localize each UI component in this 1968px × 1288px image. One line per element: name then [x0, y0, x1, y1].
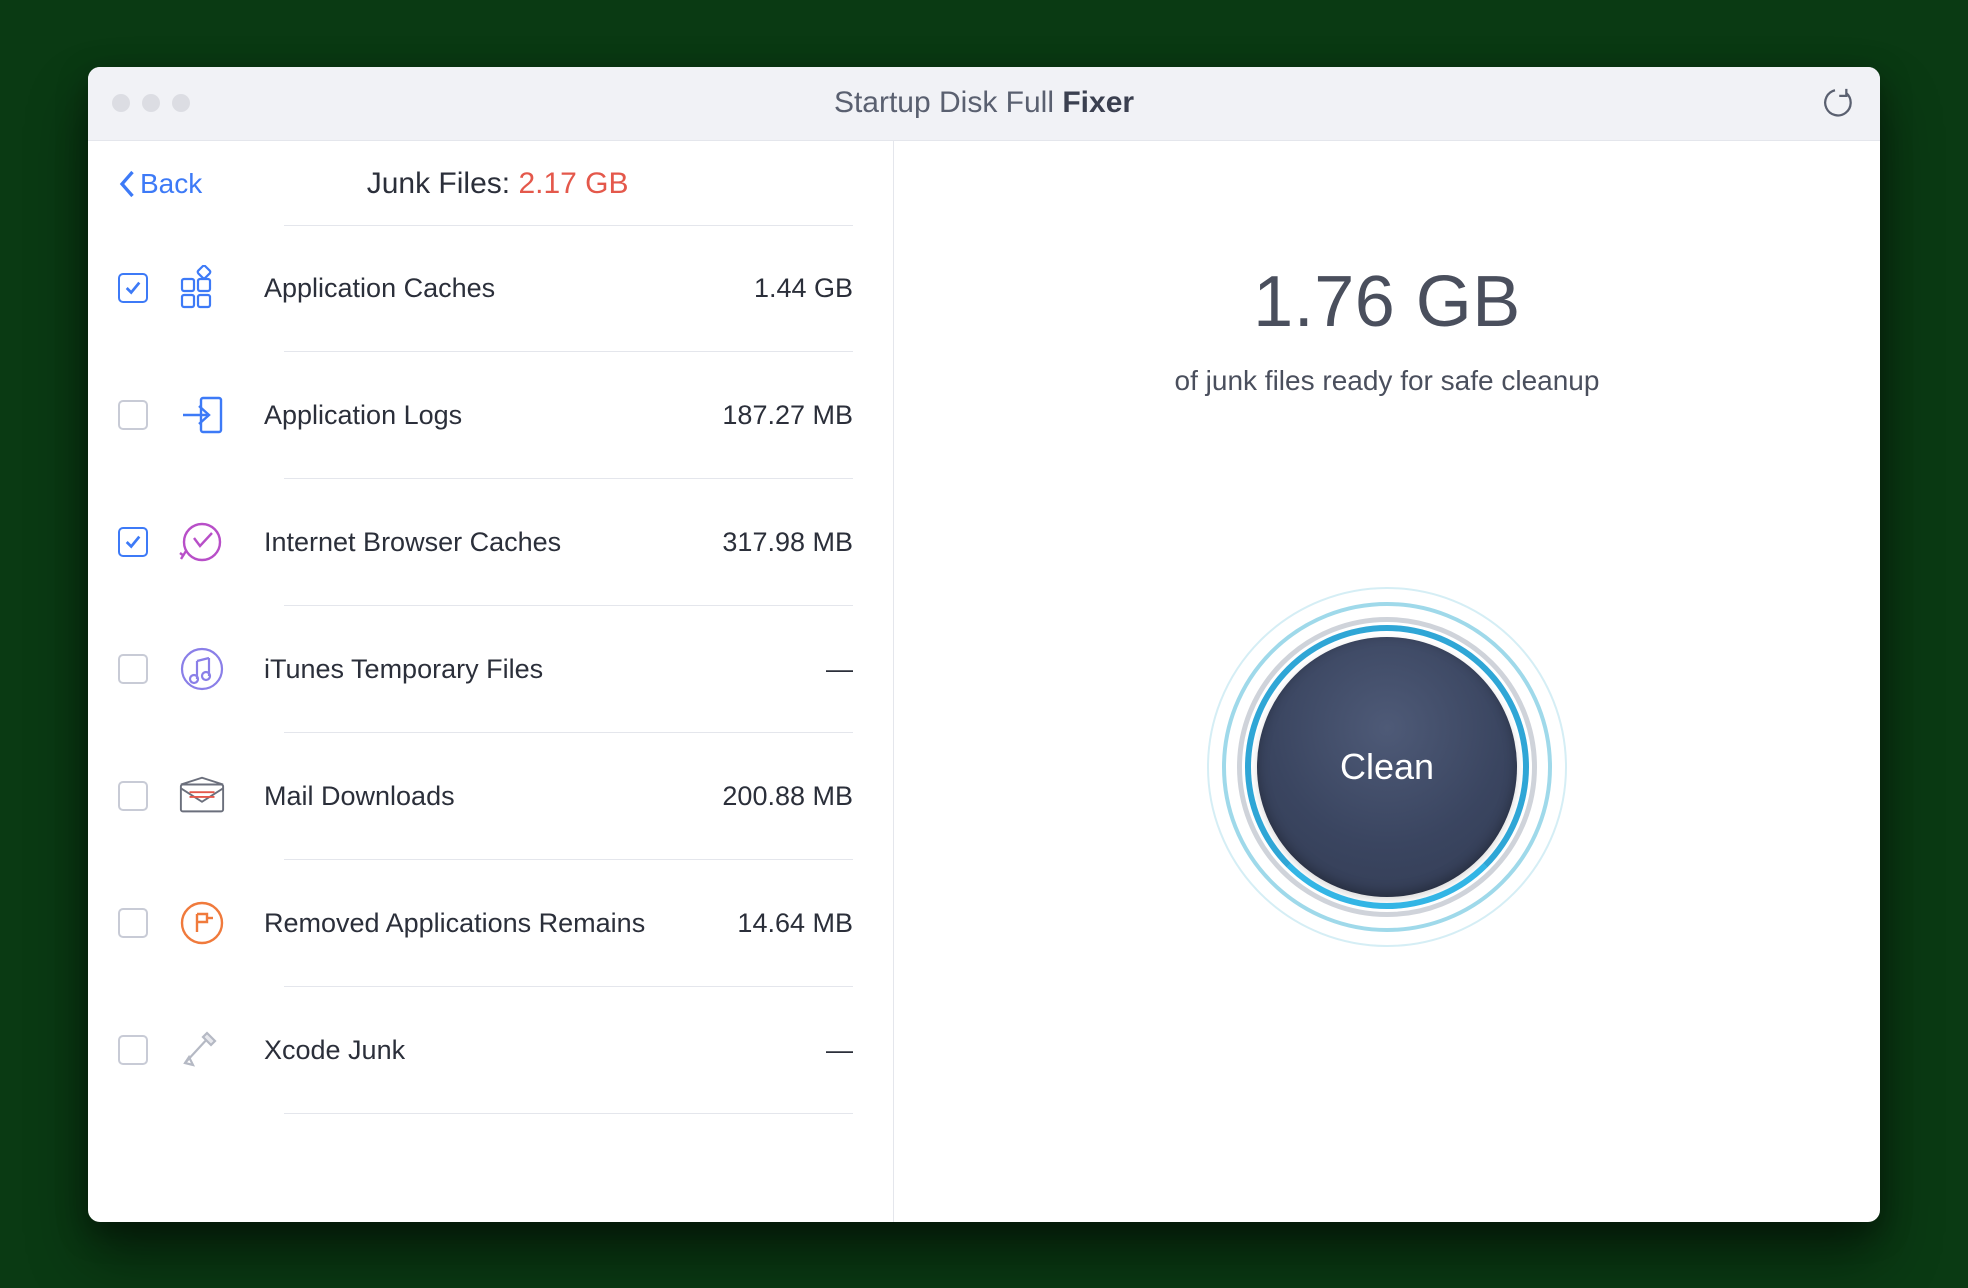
item-label: Application Logs [264, 400, 713, 431]
back-label: Back [140, 168, 202, 200]
selected-size: 1.76 GB [1253, 261, 1521, 343]
selected-subtitle: of junk files ready for safe cleanup [1175, 365, 1600, 397]
app-window: Startup Disk Full Fixer Back Junk Files:… [88, 67, 1880, 1222]
list-item[interactable]: Removed Applications Remains14.64 MB [88, 860, 893, 987]
list-item[interactable]: Mail Downloads200.88 MB [88, 733, 893, 860]
list-item[interactable]: iTunes Temporary Files— [88, 606, 893, 733]
item-label: iTunes Temporary Files [264, 654, 713, 685]
xcode-icon [178, 1026, 226, 1074]
item-label: Removed Applications Remains [264, 908, 713, 939]
item-size: 1.44 GB [713, 273, 853, 304]
item-size: — [713, 654, 853, 685]
list-item[interactable]: Internet Browser Caches317.98 MB [88, 479, 893, 606]
chevron-left-icon [118, 169, 138, 199]
app-logs-icon [178, 391, 226, 439]
junk-size: 2.17 GB [518, 167, 628, 200]
list-item[interactable]: Application Caches1.44 GB [88, 225, 893, 352]
item-label: Application Caches [264, 273, 713, 304]
refresh-button[interactable] [1818, 86, 1852, 120]
checkbox[interactable] [118, 908, 148, 938]
checkbox[interactable] [118, 527, 148, 557]
item-size: 200.88 MB [713, 781, 853, 812]
checkbox[interactable] [118, 781, 148, 811]
item-label: Internet Browser Caches [264, 527, 713, 558]
item-label: Mail Downloads [264, 781, 713, 812]
browser-caches-icon [178, 518, 226, 566]
list-item[interactable]: Application Logs187.27 MB [88, 352, 893, 479]
checkbox[interactable] [118, 1035, 148, 1065]
traffic-lights [112, 94, 190, 112]
removed-apps-icon [178, 899, 226, 947]
item-size: — [713, 1035, 853, 1066]
itunes-icon [178, 645, 226, 693]
close-icon[interactable] [112, 94, 130, 112]
zoom-icon[interactable] [172, 94, 190, 112]
checkbox[interactable] [118, 654, 148, 684]
item-size: 187.27 MB [713, 400, 853, 431]
ring-icon [1245, 625, 1529, 909]
app-caches-icon [178, 264, 226, 312]
mail-icon [178, 772, 226, 820]
list-item[interactable]: Xcode Junk— [88, 987, 893, 1114]
item-label: Xcode Junk [264, 1035, 713, 1066]
left-pane: Back Junk Files: 2.17 GB Application Cac… [88, 141, 894, 1222]
back-button[interactable]: Back [118, 168, 202, 200]
item-size: 317.98 MB [713, 527, 853, 558]
window-title: Startup Disk Full Fixer [88, 86, 1880, 120]
checkbox[interactable] [118, 273, 148, 303]
titlebar: Startup Disk Full Fixer [88, 67, 1880, 141]
item-size: 14.64 MB [713, 908, 853, 939]
junk-label: Junk Files: [367, 167, 519, 200]
checkbox[interactable] [118, 400, 148, 430]
minimize-icon[interactable] [142, 94, 160, 112]
content: Back Junk Files: 2.17 GB Application Cac… [88, 141, 1880, 1222]
junk-list: Application Caches1.44 GBApplication Log… [88, 225, 893, 1222]
left-header: Back Junk Files: 2.17 GB [88, 141, 893, 225]
title-bold: Fixer [1062, 86, 1134, 119]
title-prefix: Startup Disk Full [834, 86, 1062, 119]
clean-button-wrap: Clean [1207, 587, 1567, 947]
right-pane: 1.76 GB of junk files ready for safe cle… [894, 141, 1880, 1222]
refresh-icon [1818, 86, 1852, 120]
junk-files-title: Junk Files: 2.17 GB [202, 167, 853, 201]
